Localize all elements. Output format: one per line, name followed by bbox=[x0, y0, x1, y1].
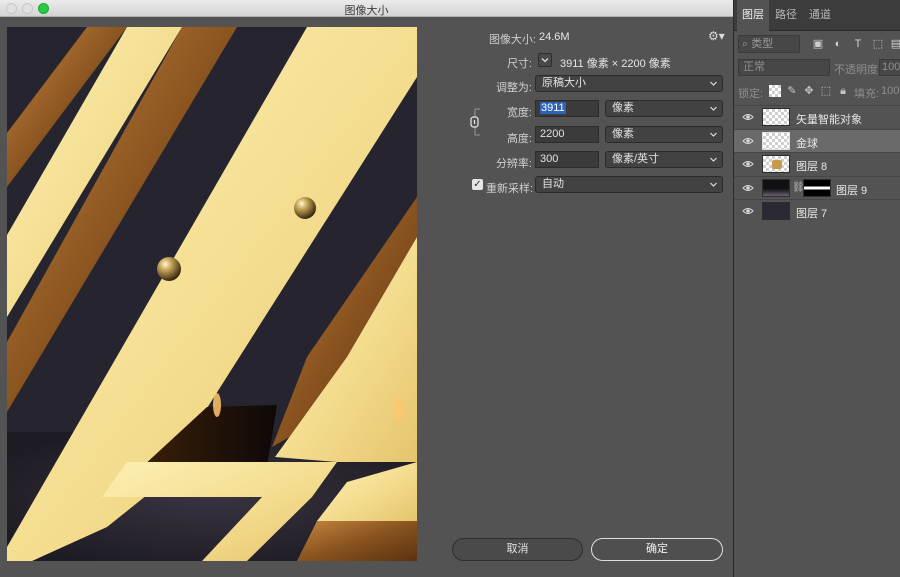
fit-to-value: 原稿大小 bbox=[542, 77, 586, 89]
resample-value: 自动 bbox=[542, 178, 564, 190]
tab-channels[interactable]: 通道 bbox=[804, 0, 836, 31]
tab-layers[interactable]: 图层 bbox=[737, 0, 769, 31]
chevron-down-icon bbox=[541, 58, 549, 63]
filter-kind-select[interactable]: ⌕ 类型 bbox=[738, 35, 800, 53]
image-preview[interactable] bbox=[7, 27, 417, 561]
move-icon[interactable]: ✥ bbox=[803, 85, 815, 97]
eye-icon[interactable] bbox=[742, 112, 754, 122]
eye-icon[interactable] bbox=[742, 136, 754, 146]
width-label: 宽度: bbox=[506, 107, 532, 119]
smart-object-filter-icon[interactable]: ▤ bbox=[890, 38, 900, 50]
chevron-down-icon bbox=[710, 182, 717, 187]
chevron-down-icon bbox=[710, 157, 717, 162]
layer-name: 金球 bbox=[796, 137, 818, 150]
cancel-button[interactable]: 取消 bbox=[452, 538, 583, 561]
layer-name: 图层 9 bbox=[836, 184, 868, 197]
layer-row[interactable]: 矢量智能对象 bbox=[734, 105, 900, 129]
layer-row[interactable]: 图层 7 bbox=[734, 199, 900, 223]
opacity-input[interactable]: 100% bbox=[879, 59, 900, 76]
layer-list: 矢量智能对象 金球 图层 8 ⛓ 图层 9 图层 7 bbox=[734, 105, 900, 223]
layer-row[interactable]: ⛓ 图层 9 bbox=[734, 175, 900, 200]
layer-name: 矢量智能对象 bbox=[796, 114, 862, 126]
blend-mode-value: 正常 bbox=[743, 61, 765, 73]
image-size-label: 图像大小: bbox=[488, 34, 536, 46]
image-filter-icon[interactable]: ▣ bbox=[812, 38, 824, 50]
lock-icon[interactable]: 🔒︎ bbox=[837, 85, 849, 97]
resolution-unit-value: 像素/英寸 bbox=[612, 153, 660, 165]
preview-artwork bbox=[7, 27, 417, 561]
layer-thumbnail bbox=[762, 108, 790, 126]
brush-icon[interactable]: ✎ bbox=[786, 85, 798, 97]
resolution-input[interactable]: 300 bbox=[535, 151, 599, 168]
fit-to-select[interactable]: 原稿大小 bbox=[535, 75, 723, 92]
dimensions-label: 尺寸: bbox=[506, 58, 532, 70]
gear-icon[interactable]: ⚙▾ bbox=[708, 30, 725, 42]
height-input[interactable]: 2200 bbox=[535, 126, 599, 143]
resample-select[interactable]: 自动 bbox=[535, 176, 723, 193]
opacity-label: 不透明度: bbox=[834, 64, 882, 76]
eye-icon[interactable] bbox=[742, 206, 754, 216]
type-filter-icon[interactable]: T bbox=[852, 38, 864, 50]
chevron-down-icon bbox=[710, 106, 717, 111]
layer-filter-bar: ⌕ 类型 ▣ ◐ T ⬚ ▤ bbox=[736, 35, 900, 53]
dimensions-value: 3911 像素 × 2200 像素 bbox=[560, 58, 671, 70]
layer-name: 图层 7 bbox=[796, 208, 828, 221]
tab-paths[interactable]: 路径 bbox=[770, 0, 802, 31]
image-size-dialog: 图像大小 图像大小: 24.6M ⚙▾ 尺寸: 3911 像素 × 2200 像… bbox=[0, 0, 733, 577]
dimensions-units-toggle[interactable] bbox=[538, 53, 552, 67]
width-input[interactable]: 3911 bbox=[535, 100, 599, 117]
dialog-title: 图像大小 bbox=[344, 5, 389, 17]
eye-icon[interactable] bbox=[742, 183, 754, 193]
layer-thumbnail bbox=[762, 178, 790, 197]
height-label: 高度: bbox=[506, 133, 532, 145]
opacity-value: 100% bbox=[882, 61, 900, 73]
ok-button[interactable]: 确定 bbox=[591, 538, 723, 561]
fit-to-label: 调整为: bbox=[495, 82, 532, 94]
layer-thumbnail bbox=[762, 155, 790, 174]
title-bar: 图像大小 bbox=[0, 0, 733, 17]
layer-thumbnail bbox=[762, 202, 790, 221]
lock-label: 锁定: bbox=[738, 88, 764, 100]
filter-kind-value: 类型 bbox=[751, 38, 774, 50]
blend-mode-select[interactable]: 正常 bbox=[738, 59, 830, 76]
artboard-lock-icon[interactable]: ⬚ bbox=[820, 85, 832, 97]
height-value: 2200 bbox=[540, 128, 565, 140]
width-unit-select[interactable]: 像素 bbox=[605, 100, 723, 117]
layer-mask-thumbnail[interactable] bbox=[803, 178, 831, 197]
resolution-label: 分辨率: bbox=[495, 158, 532, 170]
eye-icon[interactable] bbox=[742, 159, 754, 169]
layer-row[interactable]: 图层 8 bbox=[734, 152, 900, 176]
layer-thumbnail bbox=[762, 131, 790, 150]
resample-label: 重新采样: bbox=[486, 183, 534, 195]
image-size-value: 24.6M bbox=[539, 31, 570, 43]
chevron-down-icon bbox=[710, 81, 717, 86]
resample-checkbox[interactable]: ✓ bbox=[472, 179, 483, 190]
height-unit-value: 像素 bbox=[612, 128, 634, 140]
width-unit-value: 像素 bbox=[612, 102, 634, 114]
fill-label: 填充: bbox=[854, 88, 880, 100]
search-icon: ⌕ bbox=[742, 38, 749, 50]
chevron-down-icon bbox=[710, 132, 717, 137]
width-value: 3911 bbox=[540, 102, 566, 114]
shape-filter-icon[interactable]: ⬚ bbox=[872, 38, 884, 50]
layer-name: 图层 8 bbox=[796, 161, 828, 174]
panel-tab-bar: 图层 路径 通道 bbox=[734, 0, 900, 31]
layer-row[interactable]: 金球 bbox=[734, 128, 900, 153]
lock-transparency-icon[interactable] bbox=[769, 85, 781, 97]
layers-panel: 图层 路径 通道 ⌕ 类型 ▣ ◐ T ⬚ ▤ 正常 不透明度: 100% 锁定… bbox=[733, 0, 900, 577]
resolution-unit-select[interactable]: 像素/英寸 bbox=[605, 151, 723, 168]
adjustment-filter-icon[interactable]: ◐ bbox=[832, 38, 844, 50]
fill-value[interactable]: 100% bbox=[881, 85, 900, 97]
lock-row: 锁定: ✎ ✥ ⬚ 🔒︎ 填充: 100% bbox=[738, 85, 900, 100]
height-unit-select[interactable]: 像素 bbox=[605, 126, 723, 143]
resolution-value: 300 bbox=[540, 153, 559, 165]
